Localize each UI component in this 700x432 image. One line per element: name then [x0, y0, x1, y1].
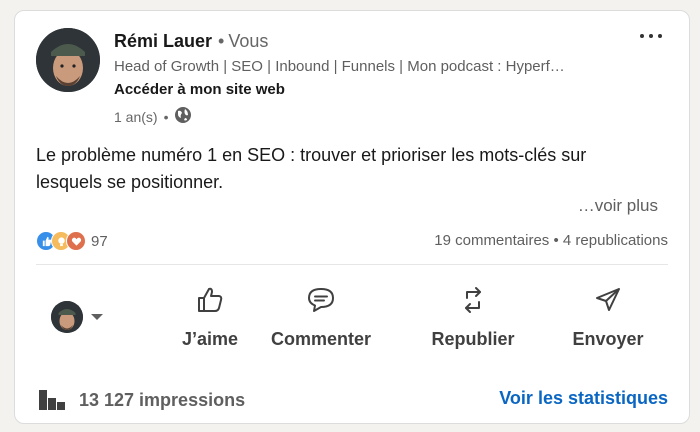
post-card: Rémi Lauer • Vous Head of Growth | SEO | I…: [14, 10, 690, 424]
chevron-down-icon: [91, 314, 103, 320]
view-stats-link[interactable]: Voir les statistiques: [499, 388, 668, 409]
actor-selector[interactable]: [51, 301, 103, 333]
reactions-summary[interactable]: 97: [36, 231, 108, 251]
comment-icon: [306, 285, 336, 315]
reaction-count: 97: [91, 232, 108, 250]
comments-count[interactable]: 19 commentaires: [434, 232, 549, 249]
globe-icon: [174, 106, 192, 127]
post-meta: 1 an(s) •: [114, 106, 192, 127]
meta-separator: •: [163, 108, 169, 125]
author-name[interactable]: Rémi Lauer: [114, 31, 212, 51]
repost-label: Republier: [431, 329, 515, 349]
send-label: Envoyer: [572, 329, 644, 349]
send-button[interactable]: Envoyer: [554, 285, 662, 350]
author-headline: Head of Growth | SEO | Inbound | Funnels…: [114, 58, 565, 75]
name-separator: •: [218, 31, 225, 51]
repost-button[interactable]: Republier: [419, 285, 527, 350]
author-avatar[interactable]: [36, 28, 100, 92]
comment-label: Commenter: [270, 329, 372, 349]
more-options-icon[interactable]: [640, 28, 662, 44]
love-icon: [66, 231, 86, 251]
reposts-count[interactable]: 4 republications: [563, 232, 668, 249]
bar-chart-icon: [39, 386, 67, 415]
actor-avatar: [51, 301, 83, 333]
post-text: Le problème numéro 1 en SEO : trouver et…: [36, 145, 587, 192]
impressions-count: 13 127 impressions: [79, 390, 246, 410]
connection-degree: Vous: [228, 31, 269, 51]
social-counts: 19 commentaires • 4 republications: [434, 232, 668, 249]
social-separator: •: [553, 232, 559, 249]
author-line: Rémi Lauer • Vous: [114, 31, 268, 52]
comment-button[interactable]: Commenter: [267, 285, 375, 350]
impressions-summary: 13 127 impressions: [39, 386, 245, 415]
divider: [36, 264, 668, 265]
website-link[interactable]: Accéder à mon site web: [114, 81, 285, 98]
thumbs-up-icon: [196, 285, 224, 315]
see-more-link[interactable]: …voir plus: [578, 196, 658, 216]
post-time: 1 an(s): [114, 108, 158, 125]
send-icon: [593, 285, 623, 315]
like-label: J’aime: [181, 329, 239, 349]
repost-icon: [459, 285, 487, 315]
like-button[interactable]: J’aime: [156, 285, 264, 350]
